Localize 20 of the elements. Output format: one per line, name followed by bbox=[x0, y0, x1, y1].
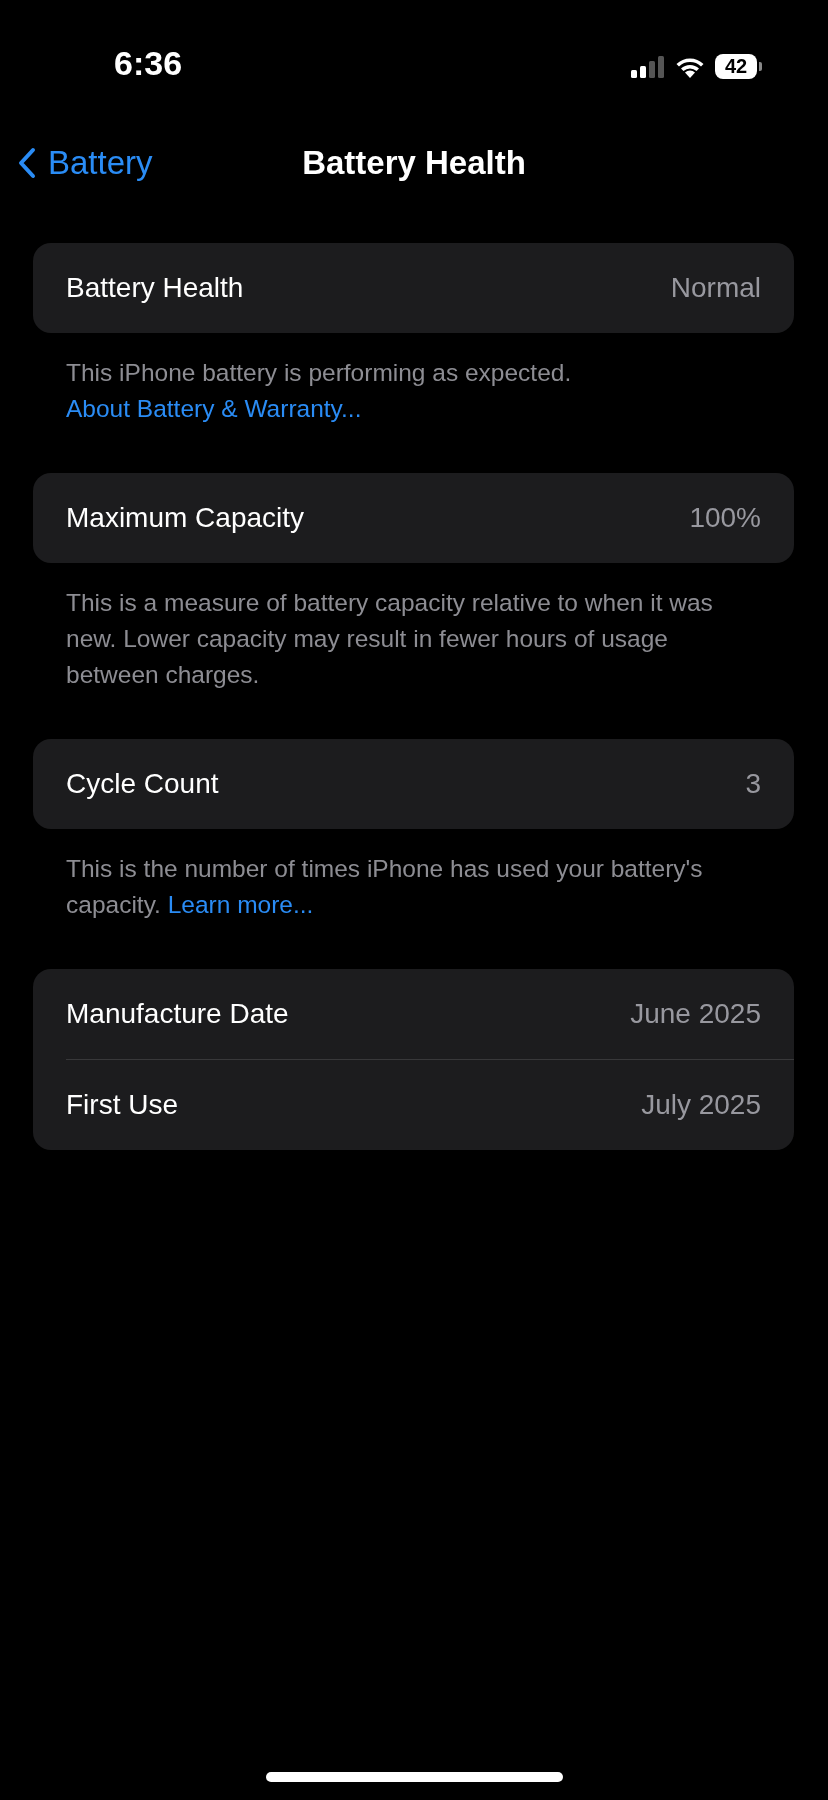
back-button[interactable]: Battery bbox=[0, 144, 153, 182]
info-link[interactable]: Learn more... bbox=[167, 891, 314, 918]
row-value: 100% bbox=[689, 502, 761, 534]
row-label: First Use bbox=[66, 1089, 178, 1121]
signal-icon bbox=[631, 55, 665, 78]
row-value: June 2025 bbox=[630, 998, 761, 1030]
row-value: 3 bbox=[745, 768, 761, 800]
footnote-text: This is a measure of battery capacity relative to when it was new. Lower capacity may result in fewer hours of usage between charges. bbox=[65, 588, 714, 690]
row-label: Manufacture Date bbox=[66, 998, 289, 1030]
row-label: Battery Health bbox=[66, 272, 244, 304]
row-value: Normal bbox=[670, 272, 761, 304]
footnote-text: This iPhone battery is performing as expected. About Battery & Warranty... bbox=[65, 358, 573, 424]
chevron-left-icon bbox=[18, 147, 36, 179]
info-link[interactable]: About Battery & Warranty... bbox=[66, 395, 362, 422]
row-label: Cycle Count bbox=[66, 768, 219, 800]
status-time: 6:36 bbox=[114, 44, 183, 83]
row-label: Maximum Capacity bbox=[66, 502, 305, 534]
row-value: July 2025 bbox=[641, 1089, 761, 1121]
page-title: Battery Health bbox=[302, 144, 526, 182]
footnote-text: This is the number of times iPhone has used your battery's capacity. Learn more... bbox=[65, 854, 704, 920]
